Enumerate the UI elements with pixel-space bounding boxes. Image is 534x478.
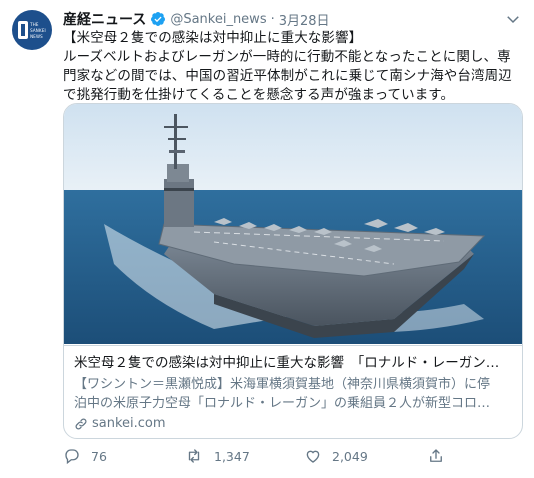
retweet-count: 1,347 [214,448,250,464]
link-icon [75,418,87,429]
verified-icon [151,12,166,26]
card-description-line: 【ワシントン＝黒瀬悦成】米海軍横須賀基地（神奈川県横須賀市）に停 [74,377,491,392]
tweet-text-line: 門家などの間では、中国の習近平体制がこれに乗じて南シナ海や台湾周辺 [63,68,512,84]
card-description: 【ワシントン＝黒瀬悦成】米海軍横須賀基地（神奈川県横須賀市）に停 泊中の米原子力… [74,375,514,413]
retweet-button[interactable]: 1,347 [184,447,250,465]
tweet-text: 【米空母２隻での感染は対中抑止に重大な影響】 ルーズベルトおよびレーガンが一時的… [63,29,523,105]
logo-mark [18,21,29,39]
account-handle[interactable]: @Sankei_news [170,12,266,27]
like-button[interactable]: 2,049 [304,447,368,465]
card-image[interactable] [64,104,522,344]
card-description-line: 泊中の米原子力空母「ロナルド・レーガン」の乗組員２人が新型コロ… [74,396,491,411]
like-icon [306,450,320,463]
chevron-down-icon[interactable] [504,10,522,28]
tweet-header: 産経ニュース @Sankei_news · 3月28日 [63,9,330,29]
logo-text-line: THE [30,21,39,27]
card-link[interactable]: sankei.com [74,416,166,431]
reply-count: 76 [91,448,107,464]
separator-dot: · [270,11,275,27]
retweet-icon [188,449,200,463]
tweet-text-line: ルーズベルトおよびレーガンが一時的に行動不能となったことに関し、専 [63,49,511,65]
avatar[interactable]: THE SANKEI NEWS [12,10,52,50]
logo-text-line: NEWS [30,33,43,39]
share-button[interactable] [427,447,445,465]
card-title[interactable]: 米空母２隻での感染は対中抑止に重大な影響 「ロナルド・レーガン… [74,354,514,372]
reply-icon [65,449,79,465]
link-card[interactable]: 米空母２隻での感染は対中抑止に重大な影響 「ロナルド・レーガン… 【ワシントン＝… [63,103,523,439]
reply-button[interactable]: 76 [63,447,107,465]
card-domain: sankei.com [92,416,166,431]
logo-text: THE SANKEI NEWS [30,22,46,39]
logo-text-line: SANKEI [30,27,46,33]
tweet-text-line: 【米空母２隻での感染は対中抑止に重大な影響】 [63,30,363,46]
aircraft-carrier-image [64,104,522,344]
tweet-date[interactable]: 3月28日 [279,10,330,29]
share-icon [430,449,442,462]
account-name[interactable]: 産経ニュース [63,9,146,29]
card-body[interactable]: 米空母２隻での感染は対中抑止に重大な影響 「ロナルド・レーガン… 【ワシントン＝… [64,345,522,438]
tweet[interactable]: THE SANKEI NEWS 産経ニュース @Sankei_news · 3月… [0,0,534,478]
like-count: 2,049 [332,448,368,464]
sankei-logo: THE SANKEI NEWS [18,21,46,39]
tweet-actions: 76 1,347 2,049 [63,447,523,469]
